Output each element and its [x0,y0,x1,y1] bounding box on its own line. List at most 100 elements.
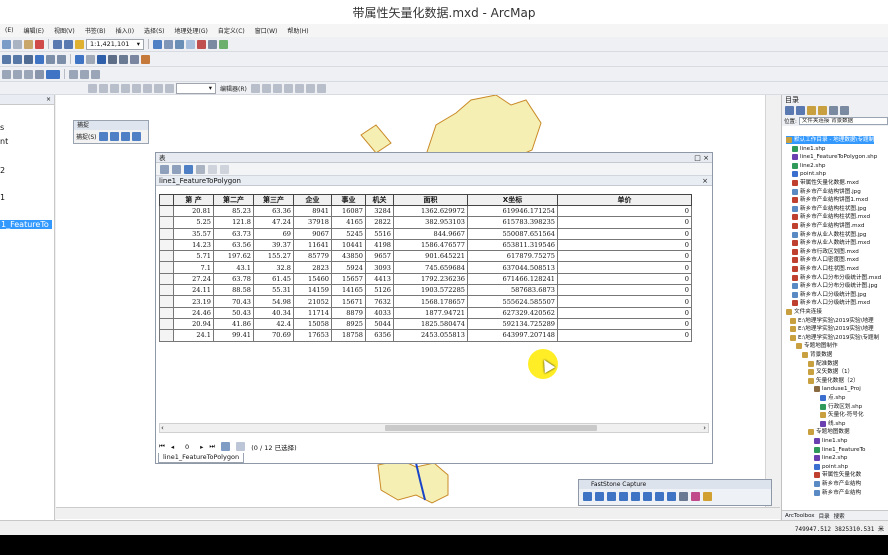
menu-item-view[interactable]: 视图(V) [49,26,80,35]
table-cell[interactable]: 2453.055813 [393,329,468,342]
table-cell[interactable]: 11714 [293,306,332,319]
table-cell[interactable]: 63.78 [213,272,254,286]
table-cell[interactable]: 0 [557,295,692,308]
table-cell[interactable]: 43.1 [213,261,254,274]
row-selector[interactable] [159,284,174,297]
catalog-tree-item[interactable]: line1.shp [792,145,825,153]
catalog-tree-item[interactable]: 新乡市产业结构 [814,489,861,497]
table-cell[interactable]: 15657 [331,272,366,286]
table-cell[interactable]: 643997.207148 [467,329,558,342]
table-cell[interactable]: 0 [557,329,692,342]
table-row[interactable]: 35.57 63.73 69 9067 5245 5516 844.9667 550087.6… [159,227,692,240]
table-cell[interactable]: 3093 [365,261,394,274]
catalog-tree-item[interactable]: 新乡市产业结构 [814,480,861,488]
back-icon[interactable] [46,54,55,64]
table-cell[interactable]: 1792.236236 [393,272,468,286]
table-cell[interactable]: 39.37 [253,238,294,252]
toc-close-icon[interactable]: × [46,96,51,103]
connect-folder-icon[interactable] [829,106,838,115]
zoom-percent-box[interactable] [46,69,60,79]
switch-selection-icon[interactable] [196,164,205,174]
table-row[interactable]: 5.71 197.62 155.27 85779 43850 9657 901.645221… [159,250,692,263]
tab-arctoolbox[interactable]: ArcToolbox [785,513,815,519]
table-cell[interactable]: 88.58 [213,284,254,297]
menu-item-bookmarks[interactable]: 书签(B) [80,26,111,35]
toggle-contents-icon[interactable] [840,106,849,115]
table-cell[interactable]: 35.57 [173,227,214,240]
menu-item-insert[interactable]: 插入(I) [111,26,139,35]
row-selector[interactable] [159,295,174,308]
table-cell[interactable]: 0 [557,317,692,331]
toc-item-0[interactable]: s [0,123,4,132]
table-options-icon[interactable] [160,164,169,174]
python-icon[interactable] [208,39,217,49]
zoom-out-icon[interactable] [13,54,22,64]
table-cell[interactable]: 63.36 [253,204,294,218]
table-cell[interactable]: 1877.94721 [393,306,468,319]
search-window-icon[interactable] [186,39,195,49]
create-features-icon[interactable] [316,83,326,93]
menu-item-help[interactable]: 帮助(H) [282,26,313,35]
table-cell[interactable]: 69 [253,227,294,240]
table-cell[interactable]: 155.27 [253,250,294,263]
table-row[interactable]: 7.1 43.1 32.8 2823 5924 3093 745.659684 637044.… [159,261,692,274]
table-cell[interactable]: 61.45 [253,272,294,286]
table-cell[interactable]: 85.23 [213,204,254,218]
capture-fullscreen-icon[interactable] [631,492,640,501]
table-cell[interactable]: 4413 [365,272,394,286]
catalog-tree-item[interactable]: line2.shp [792,162,825,170]
catalog-up-icon[interactable] [807,106,816,115]
table-cell[interactable]: 15671 [331,295,366,308]
trace-icon[interactable] [121,83,130,93]
editor-tool-icon[interactable] [250,83,260,93]
table-row[interactable]: 5.25 121.8 47.24 37918 4165 2822 382.953103 615… [159,216,692,229]
delete-icon[interactable] [35,39,44,49]
table-cell[interactable]: 1586.476577 [393,238,468,252]
column-header[interactable]: 单价 [557,194,692,206]
table-cell[interactable]: 4198 [365,238,394,252]
column-header[interactable]: 机关 [365,194,394,206]
table-cell[interactable]: 9067 [293,227,332,240]
catalog-tree-item[interactable]: 新乡市产业结构饼图.jpg [792,188,861,196]
table-cell[interactable]: 0 [557,250,692,263]
catalog-tree-item[interactable]: 新乡市产业结构柱状图.jpg [792,205,866,213]
end-point-arc-icon[interactable] [110,83,119,93]
point-icon[interactable] [132,83,141,93]
map-horizontal-scrollbar[interactable] [56,507,780,519]
table-cell[interactable]: 745.659684 [393,261,468,274]
editor-menu-label[interactable]: 编辑器(R) [220,84,247,93]
table-cell[interactable]: 5924 [331,261,366,274]
catalog-tree-item[interactable]: 矢量化数据（2） [808,377,859,385]
catalog-tree-item[interactable]: 文件夹连接 [786,308,822,316]
change-layout-icon[interactable] [91,69,100,79]
menu-item-edit[interactable]: 编辑(E) [18,26,48,35]
catalog-tree-item[interactable]: 线.shp [820,420,845,428]
sketch-properties-icon[interactable] [305,83,315,93]
maximize-icon[interactable]: □ [694,154,701,162]
table-cell[interactable]: 382.953103 [393,216,468,229]
table-cell[interactable]: 32.8 [253,261,294,274]
table-row[interactable]: 20.94 41.86 42.4 15058 8925 5044 1825.580474 59… [159,317,692,331]
select-by-attributes-icon[interactable] [184,164,193,174]
table-cell[interactable]: 5516 [365,227,394,240]
table-cell[interactable]: 8925 [331,317,366,331]
catalog-tree-item[interactable]: 新乡市从业人数统计图.mxd [792,239,870,247]
table-cell[interactable]: 6356 [365,329,394,342]
capture-rectangle-icon[interactable] [607,492,616,501]
catalog-tree-item[interactable]: line1_FeatureTo [814,446,865,454]
catalog-tree-item[interactable]: 带属性矢量化数 [814,471,861,479]
table-cell[interactable]: 0 [557,272,692,286]
point-snapping-icon[interactable] [98,132,108,141]
map-vertical-scrollbar[interactable] [765,95,780,507]
table-row[interactable]: 23.19 70.43 54.98 21052 15671 7632 1568.178657… [159,295,692,308]
column-header[interactable]: 第二产 [213,194,254,206]
full-extent-icon[interactable] [35,54,44,64]
table-cell[interactable]: 37918 [293,216,332,229]
menu-item-selection[interactable]: 选择(S) [139,26,170,35]
add-data-icon[interactable] [75,39,84,49]
catalog-icon[interactable] [175,39,184,49]
table-cell[interactable]: 9657 [365,250,394,263]
previous-record-icon[interactable]: ◂ [171,443,174,451]
table-horizontal-scrollbar[interactable]: ‹ › [159,423,709,433]
table-tab[interactable]: line1_FeatureToPolygon [158,453,245,463]
